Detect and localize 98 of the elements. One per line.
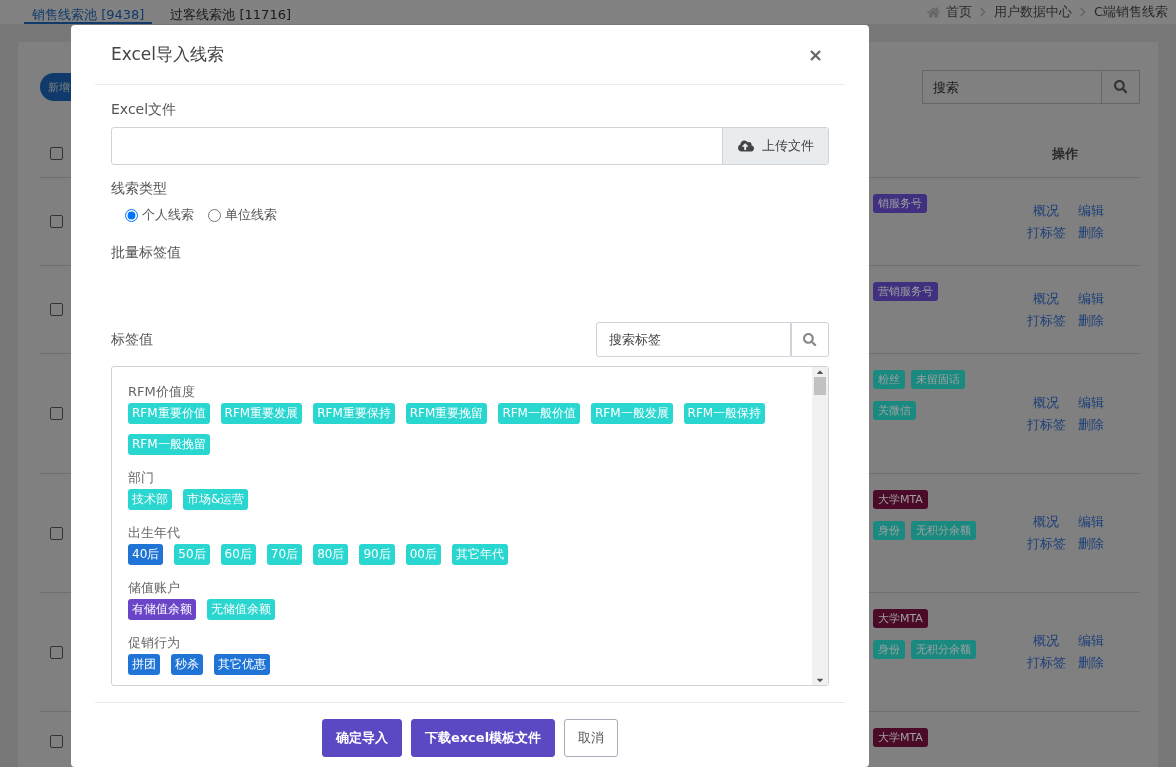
tag[interactable]: RFM一般挽留 [128,434,210,455]
tag: 未留固话 [911,370,965,389]
search-icon [803,332,817,347]
upload-button[interactable]: 上传文件 [722,128,828,164]
tag: 大学MTA [873,609,928,628]
action-link[interactable]: 删除 [1077,654,1104,672]
action-link[interactable]: 删除 [1077,535,1104,553]
action-link[interactable]: 编辑 [1077,632,1104,650]
tag[interactable]: RFM一般发展 [590,403,673,424]
tag[interactable]: RFM重要挽留 [405,403,488,424]
tag[interactable]: 其它年代 [451,544,508,565]
search-field[interactable]: 搜索 [922,70,1102,104]
tag[interactable]: RFM重要保持 [313,403,395,424]
tag-group-title: RFM价值度 [128,383,196,401]
tag[interactable]: 秒杀 [171,654,203,675]
action-link[interactable]: 概况 [1026,289,1066,308]
action-link[interactable]: 编辑 [1077,289,1104,308]
tag: 粉丝 [873,370,905,389]
action-link[interactable]: 打标签 [1026,223,1066,242]
tag[interactable]: 90后 [359,544,395,565]
tag[interactable]: RFM一般价值 [498,403,580,424]
action-link[interactable]: 概况 [1026,513,1066,531]
tag[interactable]: 其它优惠 [214,654,270,675]
tag[interactable]: 无储值余额 [207,599,275,620]
action-link[interactable]: 编辑 [1077,393,1104,412]
breadcrumb-item[interactable]: 首页 [945,3,972,21]
tag[interactable]: 拼团 [128,654,160,675]
tag[interactable]: 市场&运营 [183,489,249,510]
search-icon [1113,80,1128,94]
dialog-title: Excel导入线索 [111,43,225,66]
radio-option[interactable]: 个人线索 [125,206,194,224]
radio-option[interactable]: 单位线索 [208,206,277,224]
action-link[interactable]: 概况 [1026,201,1066,220]
action-link[interactable]: 删除 [1077,415,1104,434]
tag[interactable]: 50后 [174,544,210,565]
dialog-button[interactable]: 下载excel模板文件 [410,719,556,757]
tag[interactable]: 00后 [405,544,441,565]
dialog-button[interactable]: 取消 [564,719,619,757]
tag: 无积分余额 [911,640,976,659]
field-label: 线索类型 [111,180,168,198]
tag-group-title: 促销行为 [128,634,181,652]
tag[interactable]: 有储值余额 [128,599,196,620]
tag: 大学MTA [873,490,928,509]
tag: 销服务号 [873,194,927,213]
field-label: 标签值 [111,330,153,349]
action-link[interactable]: 编辑 [1077,513,1104,531]
tag: 身份 [873,640,905,659]
tag[interactable]: RFM重要发展 [220,403,303,424]
action-link[interactable]: 编辑 [1077,201,1104,220]
search-button[interactable] [1102,70,1140,104]
dialog-button[interactable]: 确定导入 [321,719,402,757]
row-checkbox[interactable] [50,526,63,540]
tag: 身份 [873,521,905,540]
tag: 无积分余额 [911,521,976,540]
action-link[interactable]: 打标签 [1026,535,1066,553]
row-checkbox[interactable] [50,645,63,659]
select-all-checkbox[interactable] [50,147,63,160]
tag[interactable]: 60后 [220,544,256,565]
action-link[interactable]: 删除 [1077,223,1104,242]
tag[interactable]: 70后 [266,544,303,565]
tag[interactable]: 技术部 [128,489,172,510]
tag[interactable]: 80后 [313,544,349,565]
chevron-right-icon [1077,7,1088,17]
row-checkbox[interactable] [50,215,63,228]
action-link[interactable]: 打标签 [1026,654,1066,672]
action-link[interactable]: 打标签 [1026,311,1066,330]
scrollbar-thumb[interactable] [814,377,826,395]
action-link[interactable]: 概况 [1026,632,1066,650]
tag-search-field[interactable]: 搜索标签 [596,322,791,357]
tag[interactable]: RFM重要价值 [128,403,210,424]
tag[interactable]: RFM一般保持 [683,403,766,424]
field-label: 批量标签值 [111,244,182,262]
field-label: Excel文件 [111,101,178,119]
breadcrumb-item[interactable]: C端销售线索 [1093,3,1168,21]
row-checkbox[interactable] [50,303,63,316]
row-checkbox[interactable] [50,735,63,748]
radio-button[interactable] [125,208,138,222]
tag: 大学MTA [873,728,928,747]
tag-group-title: 储值账户 [128,579,181,597]
cloud-upload-icon [737,138,754,154]
breadcrumb-item[interactable]: 用户数据中心 [993,3,1072,21]
page-tab[interactable]: 过客线索池 [11716] [162,0,299,24]
action-link[interactable]: 删除 [1077,311,1104,330]
file-field[interactable]: 上传文件 [111,127,829,165]
tag[interactable]: 40后 [128,544,164,565]
tag-group-title: 部门 [128,469,155,487]
scrollbar[interactable] [812,367,828,685]
action-link[interactable]: 打标签 [1026,415,1066,434]
close-button[interactable]: × [801,43,829,66]
column-header: 操作 [1051,144,1079,163]
radio-button[interactable] [208,208,221,222]
home-icon [926,5,940,19]
row-checkbox[interactable] [50,407,63,420]
tag-group-title: 出生年代 [128,524,181,542]
action-link[interactable]: 概况 [1026,393,1066,412]
tag: 营销服务号 [873,282,938,301]
tag: 关微信 [873,401,916,420]
chevron-right-icon [977,7,988,17]
